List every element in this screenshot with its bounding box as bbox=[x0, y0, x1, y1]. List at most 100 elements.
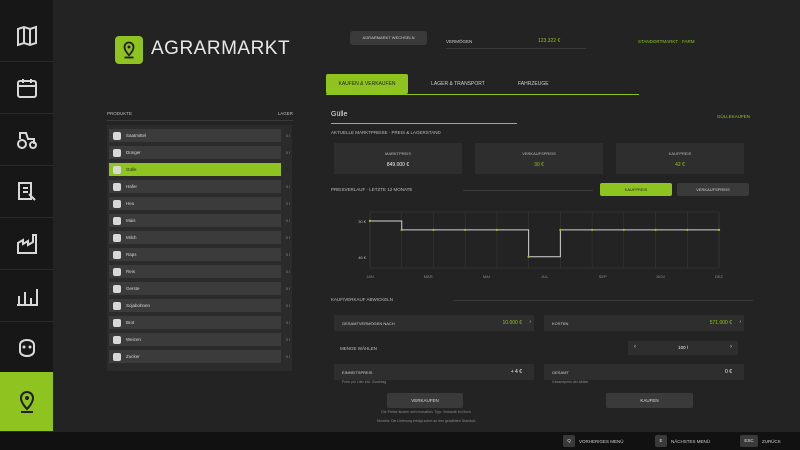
previous-menu-button[interactable]: Q VORHERIGES MENÜ bbox=[563, 435, 624, 447]
money-label: VERMÖGEN bbox=[446, 39, 473, 44]
chart-section-label: PREISVERLAUF · LETZTE 12 MONATE bbox=[331, 187, 413, 192]
product-name: Gülle bbox=[126, 167, 137, 172]
sidebar-item-map[interactable] bbox=[0, 10, 53, 62]
product-cell: Raps bbox=[109, 248, 281, 261]
price-note: Die Preise ändern sich monatlich. Tipp: … bbox=[381, 410, 472, 414]
price-point bbox=[527, 255, 530, 258]
x-tick-label: MAI bbox=[483, 274, 490, 279]
price-point bbox=[590, 228, 594, 232]
location-pin-icon bbox=[123, 41, 135, 59]
chart-buy-toggle[interactable]: KAUFPREIS bbox=[600, 183, 672, 196]
product-row[interactable]: Saatmittel 0 l bbox=[109, 129, 290, 142]
product-icon bbox=[113, 199, 121, 208]
product-row[interactable]: Mais 0 l bbox=[109, 214, 290, 227]
product-icon bbox=[113, 335, 121, 344]
buy-button[interactable]: KAUFEN bbox=[606, 393, 693, 408]
x-tick-label: JAN bbox=[366, 274, 374, 279]
product-icon bbox=[113, 131, 121, 140]
tab-vehicles[interactable]: FAHRZEUGE bbox=[508, 74, 578, 94]
price-point bbox=[559, 228, 562, 232]
product-title: Gülle bbox=[331, 111, 348, 118]
statistics-icon bbox=[16, 288, 38, 306]
product-row[interactable]: Milch 0 l bbox=[109, 231, 290, 244]
product-cell: Brot bbox=[109, 316, 281, 329]
sidebar-item-vehicles[interactable] bbox=[0, 114, 53, 166]
stat-value: 30 € bbox=[534, 162, 544, 168]
app-title: AGRARMARKT bbox=[151, 38, 291, 59]
product-row[interactable]: Hafer 0 l bbox=[109, 180, 290, 193]
y-tick-label: 46 € bbox=[358, 255, 367, 260]
sidebar-item-marketplace[interactable] bbox=[0, 372, 59, 432]
product-list: Saatmittel 0 l Dünger 0 l Gülle 0 l Hafer 0 l He… bbox=[107, 125, 292, 371]
x-tick-label: DEZ bbox=[715, 274, 724, 279]
product-row[interactable]: Zucker 0 l bbox=[109, 350, 290, 363]
sidebar-item-calendar[interactable] bbox=[0, 62, 53, 114]
money-divider bbox=[446, 48, 586, 49]
product-icon bbox=[113, 182, 121, 191]
product-icon bbox=[113, 216, 121, 225]
product-cell: Gülle bbox=[109, 163, 281, 176]
product-icon bbox=[113, 165, 121, 174]
price-chart: 30 € 46 € JAN MÄR MAI JUL SEP NOV DEZ bbox=[358, 211, 724, 279]
product-row[interactable]: Brot 0 l bbox=[109, 316, 290, 329]
buy-product-link[interactable]: GÜLLEKAUFEN bbox=[717, 114, 750, 119]
tab-underline bbox=[326, 94, 639, 95]
product-row[interactable]: Raps 0 l bbox=[109, 248, 290, 261]
sidebar-item-animals[interactable] bbox=[0, 322, 53, 374]
product-name: Sojabohnen bbox=[126, 303, 151, 308]
footer-label: VORHERIGES MENÜ bbox=[579, 438, 624, 444]
product-row[interactable]: Sojabohnen 0 l bbox=[109, 299, 290, 312]
product-cell: Gerste bbox=[109, 282, 281, 295]
product-name: Brot bbox=[126, 320, 135, 325]
product-row[interactable]: Gerste 0 l bbox=[109, 282, 290, 295]
product-stock: 0 l bbox=[285, 286, 290, 291]
price-point bbox=[717, 228, 721, 232]
product-row[interactable]: Heu 0 l bbox=[109, 197, 290, 210]
key-badge: ESC bbox=[740, 435, 758, 447]
product-stock: 0 l bbox=[285, 133, 290, 138]
back-button[interactable]: ESC ZURÜCK bbox=[740, 435, 781, 447]
product-row[interactable]: Gülle 0 l bbox=[109, 163, 290, 176]
contracts-icon bbox=[17, 181, 36, 201]
product-stock: 0 l bbox=[285, 184, 290, 189]
product-cell: Sojabohnen bbox=[109, 299, 281, 312]
tab-buy-sell[interactable]: KAUFEN & VERKAUFEN bbox=[326, 74, 408, 94]
product-row[interactable]: Reis 0 l bbox=[109, 265, 290, 278]
price-point bbox=[495, 228, 499, 232]
price-section-label: AKTUELLE MARKTPREISE · PREIS & LAGERSTAN… bbox=[331, 130, 441, 135]
delivery-note: Hinweis: Die Lieferung erfolgt sofort an… bbox=[376, 419, 477, 423]
footer-label: ZURÜCK bbox=[762, 438, 781, 444]
key-badge: Q bbox=[563, 435, 575, 447]
sidebar-item-production[interactable] bbox=[0, 218, 53, 270]
sell-button[interactable]: VERKAUFEN bbox=[387, 393, 463, 408]
column-products: PRODUKTE bbox=[107, 111, 133, 116]
field-label: EINHEITSPREIS bbox=[342, 370, 373, 375]
marketplace-icon bbox=[19, 390, 34, 413]
next-menu-button[interactable]: E NÄCHSTES MENÜ bbox=[655, 435, 710, 447]
product-name: Raps bbox=[126, 252, 137, 257]
switch-market-button[interactable]: AGRARMARKT WECHSELN bbox=[350, 31, 427, 45]
product-cell: Heu bbox=[109, 197, 281, 210]
chevron-right-icon[interactable]: › bbox=[730, 344, 732, 350]
sidebar bbox=[0, 0, 59, 432]
total-field: GESAMT 0 € bbox=[544, 364, 744, 380]
product-row[interactable]: Dünger 0 l bbox=[109, 146, 290, 159]
stat-sell-price: VERKAUFSPREIS 30 € bbox=[475, 143, 603, 174]
column-stock: LAGER bbox=[277, 111, 293, 116]
chart-sell-toggle[interactable]: VERKAUFSPREIS bbox=[677, 183, 749, 196]
product-row[interactable]: Weizen 0 l bbox=[109, 333, 290, 346]
calendar-icon bbox=[16, 78, 37, 98]
stat-value: 849.000 € bbox=[386, 162, 410, 168]
price-point bbox=[463, 228, 467, 232]
sidebar-item-contracts[interactable] bbox=[0, 166, 53, 218]
product-cell: Dünger bbox=[109, 146, 281, 159]
stat-value: 42 € bbox=[675, 162, 685, 168]
field-value: 571.000 € bbox=[709, 320, 732, 326]
sidebar-item-statistics[interactable] bbox=[0, 270, 53, 322]
tab-storage-transport[interactable]: LAGER & TRANSPORT bbox=[408, 74, 508, 94]
price-point bbox=[622, 228, 626, 232]
x-tick-label: NOV bbox=[656, 274, 665, 279]
stat-buy-price: KAUFPREIS 42 € bbox=[616, 143, 744, 174]
quantity-stepper[interactable]: ‹ 100 l › bbox=[628, 341, 738, 355]
y-tick-label: 30 € bbox=[358, 219, 367, 224]
